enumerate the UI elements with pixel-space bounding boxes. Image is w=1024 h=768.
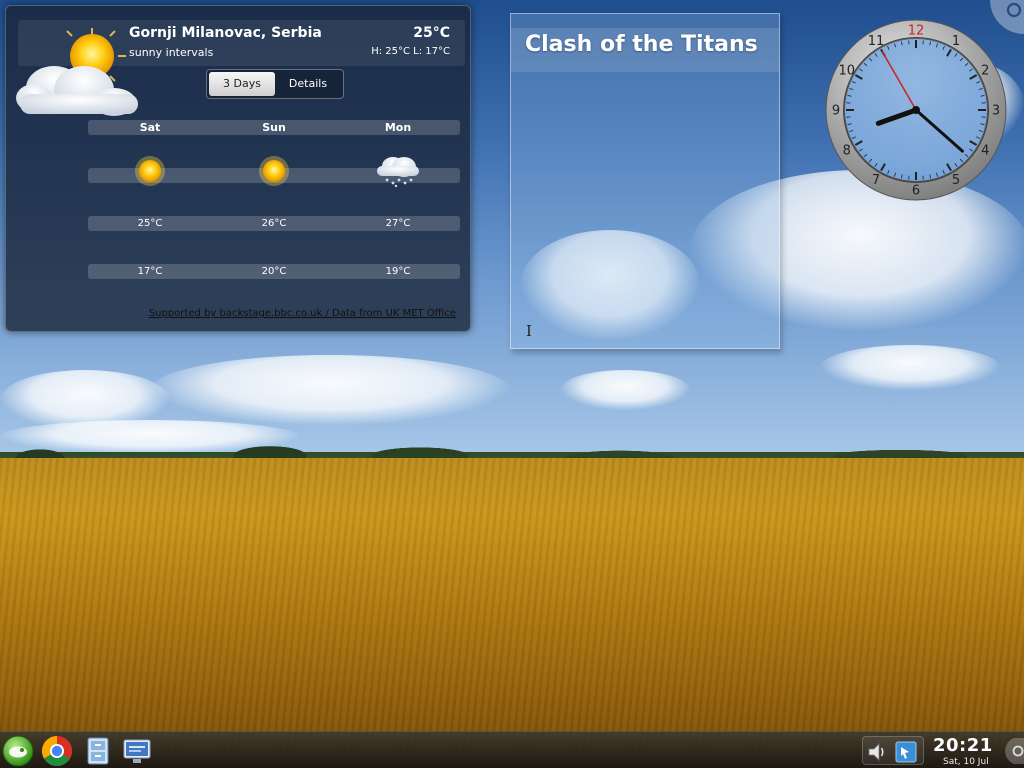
current-temperature: 25°C <box>413 25 450 41</box>
forecast-icon-cell <box>336 157 460 188</box>
clock-numeral: 7 <box>872 173 880 188</box>
forecast-icon-cell <box>88 156 212 186</box>
note-widget[interactable]: Clash of the Titans I <box>510 13 780 349</box>
clock-numeral: 2 <box>981 64 989 79</box>
kickoff-menu-icon[interactable] <box>2 735 34 767</box>
taskbar-panel: 20:21 Sat, 10 Jul <box>0 731 1024 768</box>
forecast-day-name: Sun <box>262 121 286 134</box>
wallpaper-cloud <box>560 370 690 410</box>
forecast-low-temp: 20°C <box>261 266 287 277</box>
wallpaper-wheat-field <box>0 458 1024 768</box>
desktop-toolbox-icon[interactable] <box>990 0 1024 34</box>
weather-widget[interactable]: Gornji Milanovac, Serbia sunny intervals… <box>5 5 471 332</box>
clock-center-pin <box>912 106 920 114</box>
panel-toolbox-icon[interactable] <box>1004 738 1024 764</box>
forecast-high-temp: 25°C <box>137 218 163 229</box>
tab-3-days[interactable]: 3 Days <box>209 72 275 96</box>
digital-clock-date[interactable]: Sat, 10 Jul <box>943 757 989 767</box>
weather-location: Gornji Milanovac, Serbia <box>129 25 322 41</box>
text-cursor-icon: I <box>526 322 532 340</box>
partly-cloudy-icon <box>16 28 138 116</box>
wallpaper-cloud <box>150 355 510 425</box>
digital-clock-time[interactable]: 20:21 <box>933 735 993 756</box>
system-tray <box>862 736 924 765</box>
network-icon[interactable] <box>895 741 917 763</box>
clock-numeral: 3 <box>992 104 1000 119</box>
clock-numeral: 11 <box>868 34 885 49</box>
show-desktop-icon[interactable] <box>121 735 153 767</box>
clock-numeral: 4 <box>981 144 989 159</box>
volume-icon[interactable] <box>866 741 888 763</box>
forecast-icon-row <box>88 156 460 188</box>
forecast-day-row: Sat Sun Mon <box>88 120 460 135</box>
note-title[interactable]: Clash of the Titans <box>525 32 758 57</box>
clock-numeral: 5 <box>952 173 960 188</box>
wallpaper-cloud <box>820 345 1000 390</box>
tab-details[interactable]: Details <box>275 72 341 96</box>
clock-numeral: 8 <box>843 144 851 159</box>
weather-credits-link[interactable]: Supported by backstage.bbc.co.uk / Data … <box>149 308 456 319</box>
forecast-low-row: 17°C 20°C 19°C <box>88 264 460 279</box>
sun-icon <box>135 156 165 186</box>
analog-clock-widget[interactable]: 121234567891011 <box>824 18 1008 202</box>
forecast-day-name: Sat <box>139 121 161 134</box>
sun-icon <box>259 156 289 186</box>
file-manager-icon[interactable] <box>82 735 114 767</box>
forecast-low-temp: 19°C <box>385 266 411 277</box>
high-low-temperature: H: 25°C L: 17°C <box>371 46 450 57</box>
forecast-day-name: Mon <box>384 121 412 134</box>
clock-numeral: 9 <box>832 104 840 119</box>
clock-numeral: 10 <box>838 64 855 79</box>
forecast-high-row: 25°C 26°C 27°C <box>88 216 460 231</box>
weather-condition: sunny intervals <box>129 46 214 59</box>
forecast-icon-cell <box>212 156 336 186</box>
cloud-snow-icon <box>377 157 419 188</box>
chrome-browser-icon[interactable] <box>41 735 73 767</box>
clock-numeral: 1 <box>952 34 960 49</box>
forecast-low-temp: 17°C <box>137 266 163 277</box>
clock-numeral: 6 <box>912 184 920 199</box>
clock-numeral: 12 <box>908 24 925 39</box>
forecast-high-temp: 27°C <box>385 218 411 229</box>
forecast-high-temp: 26°C <box>261 218 287 229</box>
weather-tab-bar: 3 Days Details <box>206 69 344 99</box>
